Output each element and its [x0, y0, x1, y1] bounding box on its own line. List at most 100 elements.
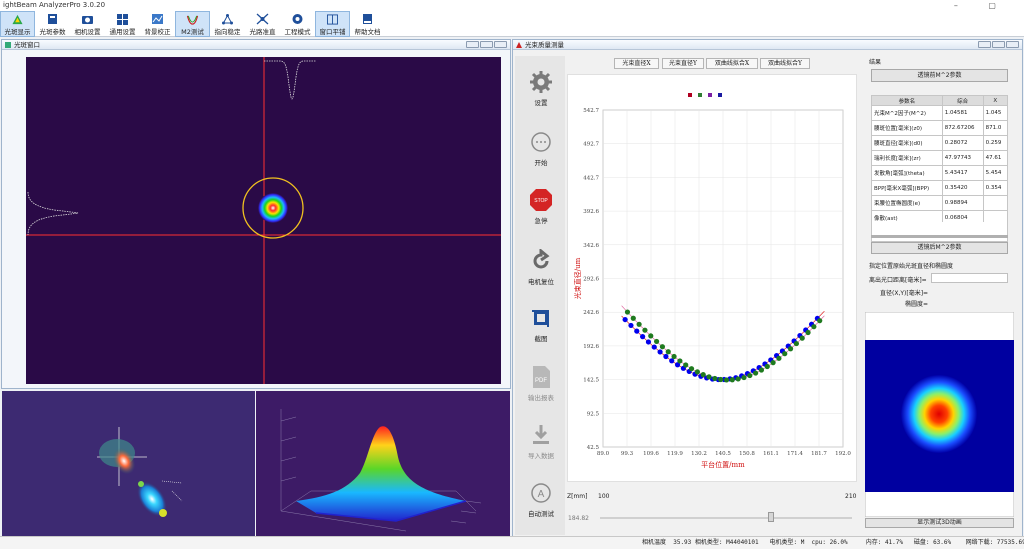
spot-preview	[865, 312, 1014, 517]
results-row[interactable]: 发散角[毫弧](theta) 5.43417 5.454	[871, 165, 1009, 181]
close-button[interactable]	[1006, 41, 1019, 48]
sidebar-button-6[interactable]: 导入数据	[515, 423, 567, 483]
results-row[interactable]: 光束M^2因子(M^2) 1.04581 1.045	[871, 105, 1009, 121]
beam-profile-view[interactable]	[26, 57, 501, 384]
z-label: Z[mm]	[567, 493, 588, 500]
toolbar-button-5[interactable]: M2测试	[175, 11, 210, 37]
data-point-0	[663, 353, 669, 360]
data-point-1	[776, 355, 782, 361]
toolbar-button-10[interactable]: 帮助文档	[350, 11, 385, 37]
sidebar-button-label: 急停	[534, 217, 548, 225]
x-tick-label: 140.5	[715, 451, 731, 457]
results-cell: 872.67206	[941, 120, 984, 136]
toolbar-button-1[interactable]: 光斑参数	[35, 11, 70, 37]
reset-icon	[533, 249, 550, 269]
y-tick-label: 492.7	[583, 142, 599, 148]
z-slider-track[interactable]	[600, 517, 852, 519]
data-point-1	[735, 376, 741, 382]
y-tick-label: 342.6	[583, 243, 599, 249]
sidebar-button-0[interactable]: 设置	[515, 70, 567, 130]
x-axis-label: 平台位置/mm	[701, 460, 745, 469]
x-tick-label: 192.0	[835, 451, 851, 457]
transmit-before-button[interactable]: 透镜前M^2参数	[871, 69, 1008, 82]
toolbar-button-3[interactable]: 通用设置	[105, 11, 140, 37]
window-controls[interactable]: – ▢	[954, 0, 1010, 11]
data-point-1	[683, 362, 689, 368]
data-point-1	[636, 321, 642, 327]
results-cell: 光束M^2因子(M^2)	[871, 105, 943, 121]
chart-tab-3[interactable]: 双曲线拟合Y	[760, 58, 810, 69]
x-tick-label: 89.0	[597, 451, 610, 457]
minimize-button[interactable]	[978, 41, 991, 48]
ellipticity-label: 椭圆度=	[905, 301, 929, 308]
results-row[interactable]: 瑞利长度[毫米](zr) 47.97743 47.61	[871, 150, 1009, 166]
toolbar-button-label: 相机设置	[74, 28, 101, 36]
beam-window-titlebar: 光斑窗口	[2, 40, 510, 50]
y-tick-label: 192.6	[583, 344, 599, 350]
sidebar-button-label: 电机复位	[528, 278, 554, 286]
toolbar-button-9[interactable]: 窗口平铺	[315, 11, 350, 37]
toolbar-button-4[interactable]: 背景校正	[140, 11, 175, 37]
sidebar-button-4[interactable]: 截图	[515, 306, 567, 366]
toolbar-button-6[interactable]: 指向稳定	[210, 11, 245, 37]
y-tick-label: 242.6	[583, 310, 599, 316]
data-point-1	[793, 340, 799, 347]
results-row[interactable]: BPP[毫米X毫弧](BPP) 0.35420 0.354	[871, 180, 1009, 196]
m2-chart[interactable]: 89.0 99.3 109.6 119.9 130.2 140.5 150.8 161.1 17…	[567, 74, 857, 482]
data-point-1	[764, 363, 770, 370]
results-cell: 束腰位置椭圆度(e)	[871, 195, 943, 211]
chart-tab-0[interactable]: 光束直径X	[614, 58, 659, 69]
chart-tab-1[interactable]: 光束直径Y	[662, 58, 704, 69]
toolbar-button-2[interactable]: 相机设置	[70, 11, 105, 37]
restore-button[interactable]	[480, 41, 493, 48]
toolbar-button-8[interactable]: 工程模式	[280, 11, 315, 37]
data-point-1	[677, 358, 683, 364]
show-3d-animation-button[interactable]: 显示测试3D动画	[865, 518, 1014, 528]
svg-text:PDF: PDF	[535, 378, 547, 384]
data-point-1	[747, 372, 753, 379]
results-cell: 47.61	[982, 150, 1009, 166]
pdf-icon: PDF	[533, 366, 550, 388]
pointing-stability-view[interactable]	[2, 391, 255, 536]
pointing-icon	[222, 14, 233, 25]
results-row[interactable]: 腰斑位置[毫米](z0) 872.67206 871.0	[871, 120, 1009, 136]
sidebar-button-label: 截图	[534, 335, 548, 343]
toolbar-button-7[interactable]: 光路准直	[245, 11, 280, 37]
close-button[interactable]	[494, 41, 507, 48]
transmit-after-button[interactable]: 透镜后M^2参数	[871, 242, 1008, 254]
results-cell: 871.0	[982, 120, 1009, 136]
data-point-1	[630, 315, 636, 321]
sidebar-button-2[interactable]: STOP 急停	[515, 188, 567, 248]
z-slider-thumb[interactable]	[768, 512, 775, 522]
sidebar-button-7[interactable]: A 自动测试	[515, 481, 567, 541]
data-point-1	[659, 344, 666, 350]
data-point-1	[723, 377, 730, 383]
sidebar-button-5[interactable]: PDF 输出报表	[515, 365, 567, 425]
results-cell: 发散角[毫弧](theta)	[871, 165, 943, 181]
beam-3d-profile-view[interactable]	[256, 391, 510, 536]
main-toolbar: 光斑显示 光斑参数 相机设置 通用设置 背景校正 M2测试 指向稳定 光路准直 工程模式 窗口平铺…	[0, 11, 1024, 37]
results-scrollbar[interactable]	[871, 235, 1008, 238]
distance-input[interactable]	[931, 273, 1008, 283]
m2-window-title: 光束质量测量	[525, 41, 564, 49]
data-point-1	[648, 333, 654, 339]
results-cell: 0.259	[982, 135, 1009, 151]
gear-icon	[530, 71, 552, 93]
results-row[interactable]: 束腰位置椭圆度(e) 0.98894	[871, 195, 1009, 211]
results-row[interactable]: 腰斑直径[毫米](d0) 0.28072 0.259	[871, 135, 1009, 151]
data-point-1	[817, 318, 823, 324]
minimize-button[interactable]	[466, 41, 479, 48]
results-table: 参数名 综合 X 光束M^2因子(M^2) 1.04581 1.045 腰斑位置[毫米](z…	[871, 95, 1009, 226]
legend-marker	[698, 93, 702, 97]
toolbar-button-0[interactable]: 光斑显示	[0, 11, 35, 37]
chart-tab-2[interactable]: 双曲线拟合X	[706, 58, 758, 69]
results-cell: 腰斑直径[毫米](d0)	[871, 135, 943, 151]
data-point-1	[729, 377, 735, 383]
sidebar-button-3[interactable]: 电机复位	[515, 249, 567, 309]
z-value: 184.82	[568, 515, 589, 522]
tile-icon	[327, 14, 338, 25]
restore-button[interactable]	[992, 41, 1005, 48]
data-point-1	[712, 375, 718, 382]
legend-marker	[688, 93, 692, 97]
sidebar-button-1[interactable]: 开始	[515, 130, 567, 190]
